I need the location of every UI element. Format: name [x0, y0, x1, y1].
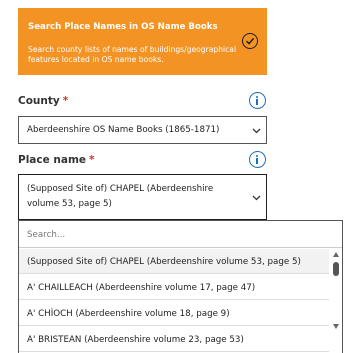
- list-item[interactable]: A' BRISTEAN (Aberdeenshire volume 23, pa…: [19, 327, 329, 352]
- option-label: A' BRISTEAN (Aberdeenshire volume 23, pa…: [27, 335, 244, 345]
- option-label: A' CHAILLEACH (Aberdeenshire volume 17, …: [27, 283, 256, 293]
- required-marker: *: [62, 95, 69, 107]
- dropdown-search: [19, 221, 342, 248]
- required-marker: *: [89, 154, 95, 166]
- option-label: A' CHÌOCH (Aberdeenshire volume 18, page…: [27, 309, 230, 319]
- county-label-text: County: [18, 95, 60, 107]
- place-selected-value: (Supposed Site of) CHAPEL (Aberdeenshire…: [27, 184, 214, 209]
- scrollbar[interactable]: [330, 249, 342, 353]
- place-name-label-text: Place name: [18, 154, 87, 166]
- option-label: (Supposed Site of) CHAPEL (Aberdeenshire…: [27, 257, 301, 267]
- info-icon[interactable]: [249, 151, 266, 168]
- info-icon[interactable]: [249, 92, 266, 109]
- options-list: (Supposed Site of) CHAPEL (Aberdeenshire…: [19, 249, 337, 353]
- place-name-select[interactable]: (Supposed Site of) CHAPEL (Aberdeenshire…: [18, 174, 267, 220]
- scroll-down-icon[interactable]: [333, 324, 339, 329]
- list-item[interactable]: (Supposed Site of) CHAPEL (Aberdeenshire…: [19, 249, 329, 274]
- county-label: County *: [18, 95, 68, 107]
- place-name-dropdown: (Supposed Site of) CHAPEL (Aberdeenshire…: [18, 220, 343, 353]
- scroll-up-icon[interactable]: [333, 252, 339, 257]
- banner-title: Search Place Names in OS Name Books: [28, 22, 218, 32]
- search-place-names-banner[interactable]: Search Place Names in OS Name Books Sear…: [18, 8, 267, 75]
- list-item[interactable]: A' CHAILLEACH (Aberdeenshire volume 17, …: [19, 275, 329, 300]
- chevron-down-icon: [252, 195, 261, 201]
- place-name-label: Place name *: [18, 154, 95, 166]
- county-selected-value: Aberdeenshire OS Name Books (1865-1871): [27, 125, 220, 135]
- check-circle-icon: [242, 33, 258, 49]
- list-item[interactable]: A' CHÌOCH (Aberdeenshire volume 18, page…: [19, 301, 329, 326]
- chevron-down-icon: [252, 128, 261, 134]
- search-input[interactable]: [27, 228, 327, 242]
- banner-description: Search county lists of names of building…: [28, 45, 237, 64]
- scroll-thumb[interactable]: [333, 262, 339, 276]
- county-select[interactable]: Aberdeenshire OS Name Books (1865-1871): [18, 116, 267, 144]
